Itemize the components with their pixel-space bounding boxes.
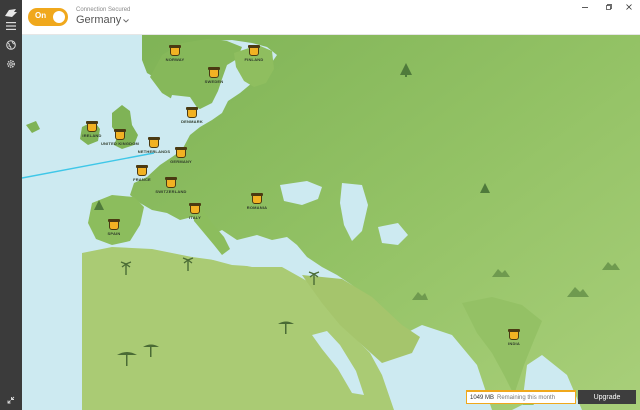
mountain-icon <box>602 262 620 270</box>
server-marker-norway[interactable]: NORWAY <box>161 45 189 62</box>
chevron-down-icon <box>123 18 130 23</box>
data-amount: 1049 MB <box>470 394 495 401</box>
minimize-icon <box>582 7 588 8</box>
menu-icon[interactable] <box>3 18 19 34</box>
world-map[interactable]: NORWAY FINLAND SWEDEN DENMARK IRELAND UN… <box>22 35 640 410</box>
server-marker-netherlands[interactable]: NETHERLANDS <box>138 137 170 154</box>
acacia-tree-icon <box>143 344 159 357</box>
header-bar: On Connection Secured Germany <box>22 0 640 35</box>
palm-tree-icon <box>308 271 320 285</box>
toggle-label: On <box>35 11 47 20</box>
server-marker-spain[interactable]: SPAIN <box>100 219 128 236</box>
honey-pot-icon <box>248 45 260 56</box>
upgrade-button[interactable]: Upgrade <box>578 390 636 404</box>
honey-pot-icon <box>175 147 187 158</box>
mountain-icon <box>567 287 589 297</box>
honey-pot-icon <box>189 203 201 214</box>
close-icon <box>626 4 632 10</box>
honey-pot-icon <box>136 165 148 176</box>
palm-tree-icon <box>120 261 132 275</box>
tunnelbear-logo-icon <box>4 5 18 17</box>
honey-pot-icon <box>86 121 98 132</box>
restore-button[interactable] <box>598 0 620 14</box>
pine-tree-icon <box>94 200 104 210</box>
sidebar <box>0 0 22 410</box>
server-marker-india[interactable]: INDIA <box>500 329 528 346</box>
minimize-button[interactable] <box>574 0 596 14</box>
restore-icon <box>606 4 612 10</box>
honey-pot-icon <box>108 219 120 230</box>
location-selector[interactable]: Germany <box>76 14 130 26</box>
data-usage-indicator: 1049 MB Remaining this month <box>466 390 576 404</box>
toggle-knob <box>53 11 65 23</box>
globe-icon[interactable] <box>3 37 19 53</box>
server-marker-germany[interactable]: GERMANY <box>167 147 195 164</box>
connection-status: Connection Secured <box>76 7 131 13</box>
acacia-tree-icon <box>117 352 137 366</box>
honey-pot-icon <box>508 329 520 340</box>
data-remaining-label: Remaining this month <box>497 394 556 401</box>
server-marker-italy[interactable]: ITALY <box>181 203 209 220</box>
pine-tree-icon <box>400 63 412 77</box>
vpn-toggle[interactable]: On <box>28 8 68 26</box>
honey-pot-icon <box>186 107 198 118</box>
shrink-window-icon[interactable] <box>3 392 19 408</box>
settings-gear-icon[interactable] <box>3 56 19 72</box>
honey-pot-icon <box>208 67 220 78</box>
palm-tree-icon <box>182 257 194 271</box>
honey-pot-icon <box>169 45 181 56</box>
server-marker-france[interactable]: FRANCE <box>128 165 156 182</box>
mountain-icon <box>492 269 510 277</box>
close-button[interactable] <box>618 0 640 14</box>
server-marker-uk[interactable]: UNITED KINGDOM <box>101 129 139 146</box>
honey-pot-icon <box>148 137 160 148</box>
honey-pot-icon <box>165 177 177 188</box>
server-marker-switzerland[interactable]: SWITZERLAND <box>155 177 186 194</box>
server-marker-romania[interactable]: ROMANIA <box>243 193 271 210</box>
pine-tree-icon <box>480 183 490 193</box>
honey-pot-icon <box>251 193 263 204</box>
server-marker-denmark[interactable]: DENMARK <box>178 107 206 124</box>
app-window: On Connection Secured Germany NORWAY FIN… <box>0 0 640 410</box>
location-name: Germany <box>76 14 122 26</box>
server-marker-ireland[interactable]: IRELAND <box>78 121 106 138</box>
mountain-icon <box>412 292 428 300</box>
honey-pot-icon <box>114 129 126 140</box>
server-marker-finland[interactable]: FINLAND <box>240 45 268 62</box>
server-marker-sweden[interactable]: SWEDEN <box>200 67 228 84</box>
acacia-tree-icon <box>278 321 294 334</box>
